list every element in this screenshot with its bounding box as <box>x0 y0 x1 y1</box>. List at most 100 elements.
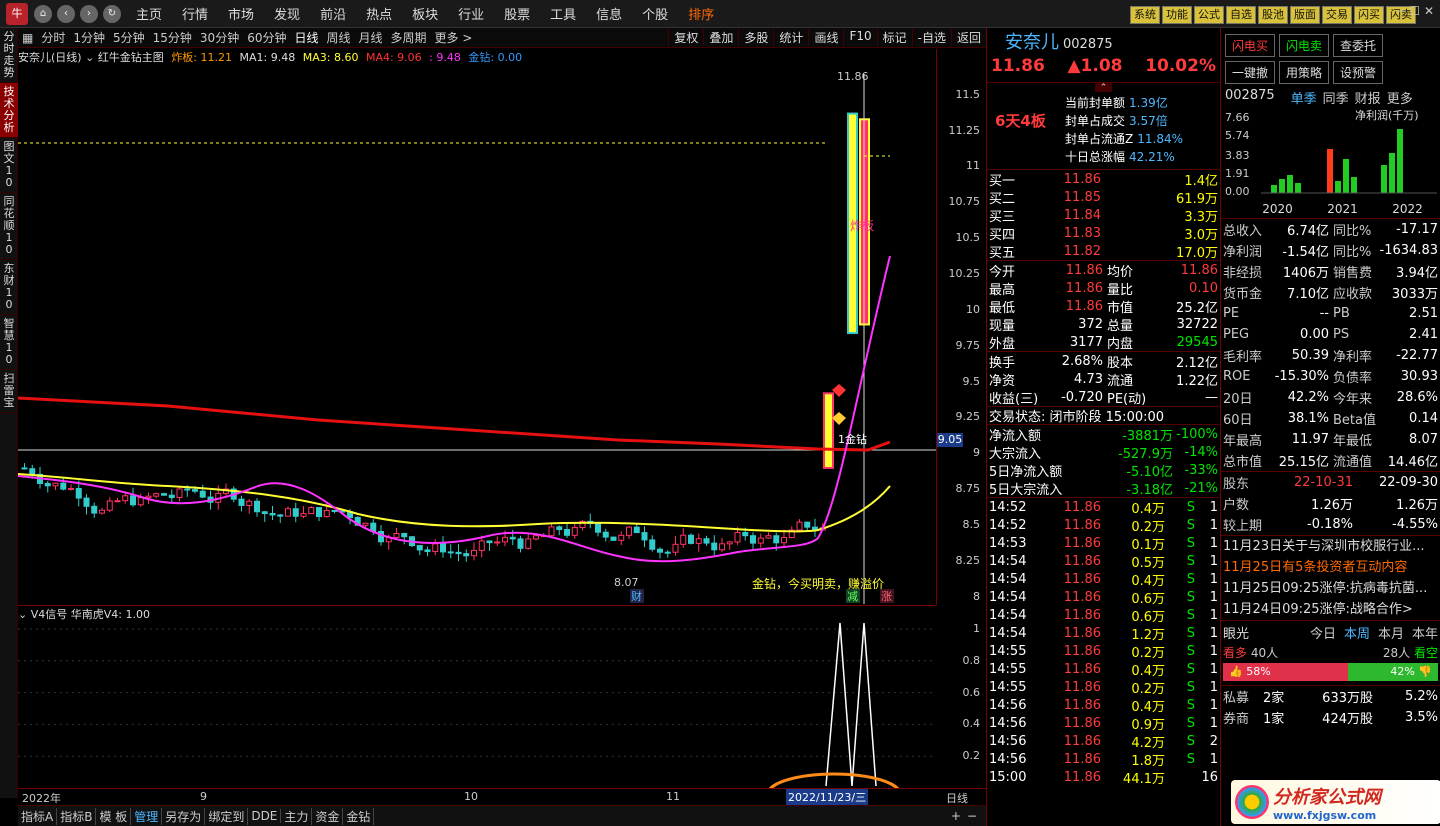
chart-tool-button[interactable]: 返回 <box>950 29 986 46</box>
bear-bar[interactable]: 42% 👎 <box>1347 663 1438 681</box>
candle[interactable] <box>52 482 59 487</box>
menu-item[interactable]: 排序 <box>688 4 714 23</box>
candle[interactable] <box>83 497 90 507</box>
tick-row[interactable]: 14:54 11.86 0.5万 S 1 <box>987 552 1220 571</box>
candle[interactable] <box>711 542 718 551</box>
vertical-tab[interactable]: 图文10 <box>0 138 18 193</box>
tick-row[interactable]: 14:54 11.86 0.4万 S 1 <box>987 570 1220 589</box>
toolbar-button[interactable]: 自选 <box>1226 6 1256 24</box>
candle[interactable] <box>145 495 152 499</box>
window-controls[interactable]: ─ ☐ ✕ <box>1398 4 1434 18</box>
menu-item[interactable]: 信息 <box>596 4 622 23</box>
candle[interactable] <box>308 507 315 515</box>
candle[interactable] <box>75 487 82 499</box>
eye-tab-month[interactable]: 本月 <box>1378 623 1404 642</box>
app-logo-icon[interactable]: 牛 <box>6 2 28 25</box>
candle[interactable] <box>161 493 167 496</box>
period-tab[interactable]: 日线 <box>294 29 318 46</box>
menu-item[interactable]: 个股 <box>642 4 668 23</box>
candle[interactable] <box>378 530 384 543</box>
candle[interactable] <box>796 521 803 531</box>
chevron-down-icon[interactable]: ⌄ <box>18 608 31 621</box>
period-tab[interactable]: 1分钟 <box>73 29 105 46</box>
tick-list[interactable]: 14:52 11.86 0.4万 S 1 14:52 11.86 0.2万 S 1 14:53 11.… <box>987 498 1220 787</box>
candle[interactable] <box>300 513 307 517</box>
tick-row[interactable]: 14:56 11.86 0.9万 S 1 <box>987 714 1220 733</box>
eye-tab-today[interactable]: 今日 <box>1310 623 1336 642</box>
candle[interactable] <box>703 538 710 544</box>
indicator-tab[interactable]: 资金 <box>312 807 344 825</box>
candle[interactable] <box>571 527 578 536</box>
candle[interactable] <box>626 526 632 536</box>
tick-row[interactable]: 14:56 11.86 4.2万 S 2 <box>987 732 1220 751</box>
remove-icon[interactable]: − <box>964 809 980 823</box>
candle[interactable] <box>633 526 640 534</box>
candle[interactable] <box>750 535 756 544</box>
v4-signal-chart[interactable] <box>18 621 936 788</box>
eye-tab-year[interactable]: 本年 <box>1412 623 1438 642</box>
candle[interactable] <box>292 508 299 517</box>
menu-item[interactable]: 股票 <box>504 4 530 23</box>
candle[interactable] <box>486 540 493 544</box>
candle[interactable] <box>246 500 253 506</box>
period-tab[interactable]: 5分钟 <box>113 29 145 46</box>
indicator-name[interactable]: 红牛金钻主图 <box>98 51 164 64</box>
chart-tool-button[interactable]: 叠加 <box>703 29 738 46</box>
candle[interactable] <box>238 498 245 506</box>
candle[interactable] <box>447 551 454 554</box>
candle[interactable] <box>99 509 105 514</box>
candle[interactable] <box>695 538 702 544</box>
eye-tab-week[interactable]: 本周 <box>1344 623 1370 642</box>
vertical-tab[interactable]: 分时走势 <box>0 28 18 83</box>
add-icon[interactable]: + <box>948 809 964 823</box>
candle[interactable] <box>781 537 787 544</box>
period-tab[interactable]: 月线 <box>359 29 383 46</box>
candle[interactable] <box>60 482 67 490</box>
toolbar-button[interactable]: 公式 <box>1194 6 1224 24</box>
tick-row[interactable]: 14:54 11.86 0.6万 S 1 <box>987 588 1220 607</box>
chart-tool-button[interactable]: F10 <box>843 29 876 46</box>
vertical-tab[interactable]: 同花顺10 <box>0 193 18 260</box>
candle[interactable] <box>316 507 322 518</box>
indicator-tab[interactable]: 指标B <box>57 807 97 825</box>
home-icon[interactable]: ⌂ <box>34 4 52 23</box>
candle[interactable] <box>757 537 764 544</box>
candle[interactable] <box>719 543 725 551</box>
candle[interactable] <box>773 535 780 544</box>
chevron-up-icon[interactable]: ⌃ <box>1094 83 1113 93</box>
candle[interactable] <box>478 540 485 551</box>
candle[interactable] <box>533 535 539 540</box>
tick-row[interactable]: 14:55 11.86 0.4万 S 1 <box>987 660 1220 679</box>
indicator-tab[interactable]: 指标A <box>18 807 58 825</box>
candle[interactable] <box>114 500 121 503</box>
candle[interactable] <box>525 538 532 549</box>
candle[interactable] <box>21 467 28 470</box>
candle[interactable] <box>517 538 524 549</box>
chart-tool-button[interactable]: 画线 <box>808 29 843 46</box>
candle[interactable] <box>393 532 400 538</box>
tab-same-quarter[interactable]: 同季 <box>1323 88 1349 107</box>
menu-item[interactable]: 板块 <box>412 4 438 23</box>
limit-up-candle[interactable] <box>823 392 834 469</box>
menu-item[interactable]: 主页 <box>136 4 162 23</box>
bid-row[interactable]: 买二 11.85 61.9万 <box>987 188 1220 207</box>
candle[interactable] <box>432 543 439 553</box>
candle[interactable] <box>618 534 625 541</box>
toolbar-button[interactable]: 系统 <box>1130 6 1160 24</box>
candle[interactable] <box>610 536 617 541</box>
candlestick-chart[interactable]: 11.86 炸板 8.07 1金钻 金钻，今买明卖，赚溢价 财 减 涨 <box>18 66 936 604</box>
candle[interactable] <box>176 488 183 499</box>
candle[interactable] <box>742 532 749 537</box>
candle[interactable] <box>168 494 175 499</box>
news-item[interactable]: 11月23日关于与深圳市校服行业... <box>1221 536 1440 557</box>
candle[interactable] <box>277 514 284 517</box>
candle[interactable] <box>29 468 36 475</box>
candle[interactable] <box>726 541 733 545</box>
candle[interactable] <box>184 488 191 491</box>
candle[interactable] <box>362 522 369 526</box>
candle[interactable] <box>556 526 563 531</box>
candle[interactable] <box>471 549 477 557</box>
trade-button[interactable]: 一键撤 <box>1225 61 1276 84</box>
vertical-tab[interactable]: 扫雷宝 <box>0 370 18 413</box>
trade-button[interactable]: 设预警 <box>1333 61 1384 84</box>
